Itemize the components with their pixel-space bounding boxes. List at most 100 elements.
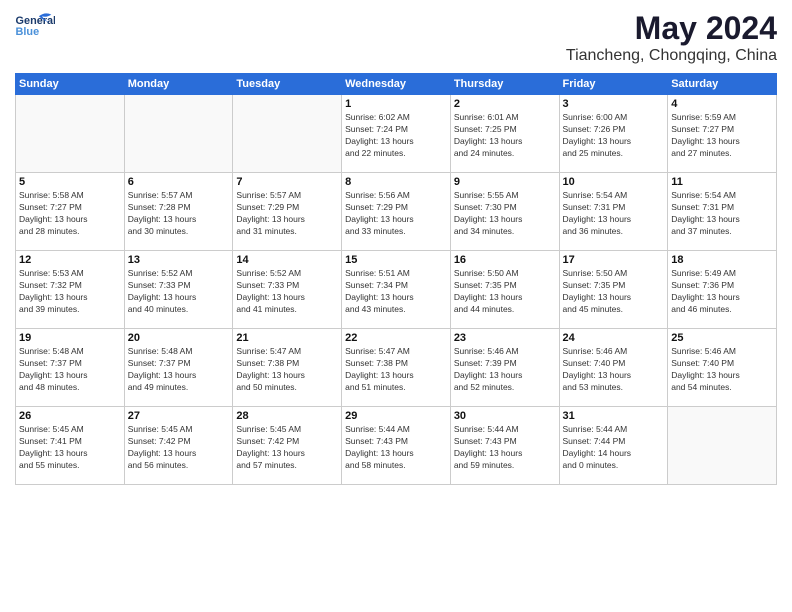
- day-info: Sunrise: 5:44 AMSunset: 7:43 PMDaylight:…: [345, 424, 447, 472]
- month-title: May 2024: [566, 10, 777, 47]
- day-number: 21: [236, 332, 338, 344]
- day-info: Sunrise: 5:46 AMSunset: 7:39 PMDaylight:…: [454, 346, 556, 394]
- calendar-week-row: 5 Sunrise: 5:58 AMSunset: 7:27 PMDaylight…: [16, 173, 777, 251]
- day-info: Sunrise: 5:57 AMSunset: 7:29 PMDaylight:…: [236, 190, 338, 238]
- table-row: 9 Sunrise: 5:55 AMSunset: 7:30 PMDaylight…: [450, 173, 559, 251]
- table-row: 10 Sunrise: 5:54 AMSunset: 7:31 PMDayligh…: [559, 173, 668, 251]
- table-row: 16 Sunrise: 5:50 AMSunset: 7:35 PMDayligh…: [450, 251, 559, 329]
- col-monday: Monday: [124, 74, 233, 95]
- table-row: 6Sunrise: 5:57 AMSunset: 7:28 PMDaylight…: [124, 173, 233, 251]
- table-row: 26Sunrise: 5:45 AMSunset: 7:41 PMDayligh…: [16, 407, 125, 485]
- day-number: 6: [128, 176, 230, 188]
- day-info: Sunrise: 5:54 AMSunset: 7:31 PMDaylight:…: [671, 190, 773, 238]
- location-title: Tiancheng, Chongqing, China: [566, 47, 777, 65]
- logo-icon: General Blue: [15, 10, 55, 45]
- table-row: [668, 407, 777, 485]
- day-number: 2: [454, 98, 556, 110]
- day-info: Sunrise: 5:46 AMSunset: 7:40 PMDaylight:…: [671, 346, 773, 394]
- col-sunday: Sunday: [16, 74, 125, 95]
- day-number: 13: [128, 254, 230, 266]
- day-info: Sunrise: 5:58 AMSunset: 7:27 PMDaylight:…: [19, 190, 121, 238]
- day-info: Sunrise: 5:56 AMSunset: 7:29 PMDaylight:…: [345, 190, 447, 238]
- day-number: 4: [671, 98, 773, 110]
- col-wednesday: Wednesday: [342, 74, 451, 95]
- day-number: 8: [345, 176, 447, 188]
- col-tuesday: Tuesday: [233, 74, 342, 95]
- day-info: Sunrise: 5:50 AMSunset: 7:35 PMDaylight:…: [454, 268, 556, 316]
- day-number: 3: [563, 98, 665, 110]
- day-info: Sunrise: 5:48 AMSunset: 7:37 PMDaylight:…: [128, 346, 230, 394]
- day-info: Sunrise: 5:46 AMSunset: 7:40 PMDaylight:…: [563, 346, 665, 394]
- logo: General Blue: [15, 10, 55, 45]
- table-row: 28 Sunrise: 5:45 AMSunset: 7:42 PMDayligh…: [233, 407, 342, 485]
- calendar-week-row: 26Sunrise: 5:45 AMSunset: 7:41 PMDayligh…: [16, 407, 777, 485]
- title-block: May 2024 Tiancheng, Chongqing, China: [566, 10, 777, 65]
- day-number: 1: [345, 98, 447, 110]
- day-info: Sunrise: 5:45 AMSunset: 7:42 PMDaylight:…: [236, 424, 338, 472]
- day-info: Sunrise: 5:51 AMSunset: 7:34 PMDaylight:…: [345, 268, 447, 316]
- table-row: 4Sunrise: 5:59 AMSunset: 7:27 PMDaylight…: [668, 95, 777, 173]
- day-number: 28: [236, 410, 338, 422]
- table-row: 11 Sunrise: 5:54 AMSunset: 7:31 PMDayligh…: [668, 173, 777, 251]
- day-info: Sunrise: 5:54 AMSunset: 7:31 PMDaylight:…: [563, 190, 665, 238]
- day-info: Sunrise: 5:47 AMSunset: 7:38 PMDaylight:…: [236, 346, 338, 394]
- table-row: 22Sunrise: 5:47 AMSunset: 7:38 PMDayligh…: [342, 329, 451, 407]
- calendar-week-row: 19 Sunrise: 5:48 AMSunset: 7:37 PMDayligh…: [16, 329, 777, 407]
- day-number: 23: [454, 332, 556, 344]
- day-number: 9: [454, 176, 556, 188]
- day-number: 22: [345, 332, 447, 344]
- day-number: 11: [671, 176, 773, 188]
- page: General Blue May 2024 Tiancheng, Chongqi…: [0, 0, 792, 612]
- day-info: Sunrise: 5:44 AMSunset: 7:43 PMDaylight:…: [454, 424, 556, 472]
- calendar-week-row: 12Sunrise: 5:53 AMSunset: 7:32 PMDayligh…: [16, 251, 777, 329]
- day-info: Sunrise: 5:50 AMSunset: 7:35 PMDaylight:…: [563, 268, 665, 316]
- table-row: 15 Sunrise: 5:51 AMSunset: 7:34 PMDayligh…: [342, 251, 451, 329]
- table-row: 21 Sunrise: 5:47 AMSunset: 7:38 PMDayligh…: [233, 329, 342, 407]
- header: General Blue May 2024 Tiancheng, Chongqi…: [15, 10, 777, 65]
- table-row: 27 Sunrise: 5:45 AMSunset: 7:42 PMDayligh…: [124, 407, 233, 485]
- day-number: 18: [671, 254, 773, 266]
- day-number: 16: [454, 254, 556, 266]
- day-info: Sunrise: 5:45 AMSunset: 7:42 PMDaylight:…: [128, 424, 230, 472]
- calendar-table: Sunday Monday Tuesday Wednesday Thursday…: [15, 73, 777, 485]
- day-number: 10: [563, 176, 665, 188]
- table-row: 12Sunrise: 5:53 AMSunset: 7:32 PMDayligh…: [16, 251, 125, 329]
- day-info: Sunrise: 6:02 AMSunset: 7:24 PMDaylight:…: [345, 112, 447, 160]
- day-info: Sunrise: 5:52 AMSunset: 7:33 PMDaylight:…: [128, 268, 230, 316]
- table-row: 20 Sunrise: 5:48 AMSunset: 7:37 PMDayligh…: [124, 329, 233, 407]
- col-friday: Friday: [559, 74, 668, 95]
- day-number: 24: [563, 332, 665, 344]
- table-row: [16, 95, 125, 173]
- col-thursday: Thursday: [450, 74, 559, 95]
- day-info: Sunrise: 6:00 AMSunset: 7:26 PMDaylight:…: [563, 112, 665, 160]
- day-number: 15: [345, 254, 447, 266]
- day-number: 20: [128, 332, 230, 344]
- table-row: [124, 95, 233, 173]
- table-row: 29Sunrise: 5:44 AMSunset: 7:43 PMDayligh…: [342, 407, 451, 485]
- table-row: 1 Sunrise: 6:02 AMSunset: 7:24 PMDaylight…: [342, 95, 451, 173]
- day-number: 7: [236, 176, 338, 188]
- day-number: 17: [563, 254, 665, 266]
- day-number: 14: [236, 254, 338, 266]
- calendar-header-row: Sunday Monday Tuesday Wednesday Thursday…: [16, 74, 777, 95]
- col-saturday: Saturday: [668, 74, 777, 95]
- table-row: 31Sunrise: 5:44 AMSunset: 7:44 PMDayligh…: [559, 407, 668, 485]
- day-number: 19: [19, 332, 121, 344]
- table-row: 23 Sunrise: 5:46 AMSunset: 7:39 PMDayligh…: [450, 329, 559, 407]
- day-info: Sunrise: 5:55 AMSunset: 7:30 PMDaylight:…: [454, 190, 556, 238]
- day-number: 30: [454, 410, 556, 422]
- table-row: 5 Sunrise: 5:58 AMSunset: 7:27 PMDaylight…: [16, 173, 125, 251]
- calendar-week-row: 1 Sunrise: 6:02 AMSunset: 7:24 PMDaylight…: [16, 95, 777, 173]
- day-number: 27: [128, 410, 230, 422]
- table-row: 8 Sunrise: 5:56 AMSunset: 7:29 PMDaylight…: [342, 173, 451, 251]
- day-number: 26: [19, 410, 121, 422]
- day-info: Sunrise: 5:52 AMSunset: 7:33 PMDaylight:…: [236, 268, 338, 316]
- day-info: Sunrise: 6:01 AMSunset: 7:25 PMDaylight:…: [454, 112, 556, 160]
- day-number: 31: [563, 410, 665, 422]
- table-row: 24 Sunrise: 5:46 AMSunset: 7:40 PMDayligh…: [559, 329, 668, 407]
- table-row: 19Sunrise: 5:48 AMSunset: 7:37 PMDayligh…: [16, 329, 125, 407]
- table-row: 30 Sunrise: 5:44 AMSunset: 7:43 PMDayligh…: [450, 407, 559, 485]
- table-row: 7 Sunrise: 5:57 AMSunset: 7:29 PMDaylight…: [233, 173, 342, 251]
- day-number: 5: [19, 176, 121, 188]
- table-row: 3 Sunrise: 6:00 AMSunset: 7:26 PMDaylight…: [559, 95, 668, 173]
